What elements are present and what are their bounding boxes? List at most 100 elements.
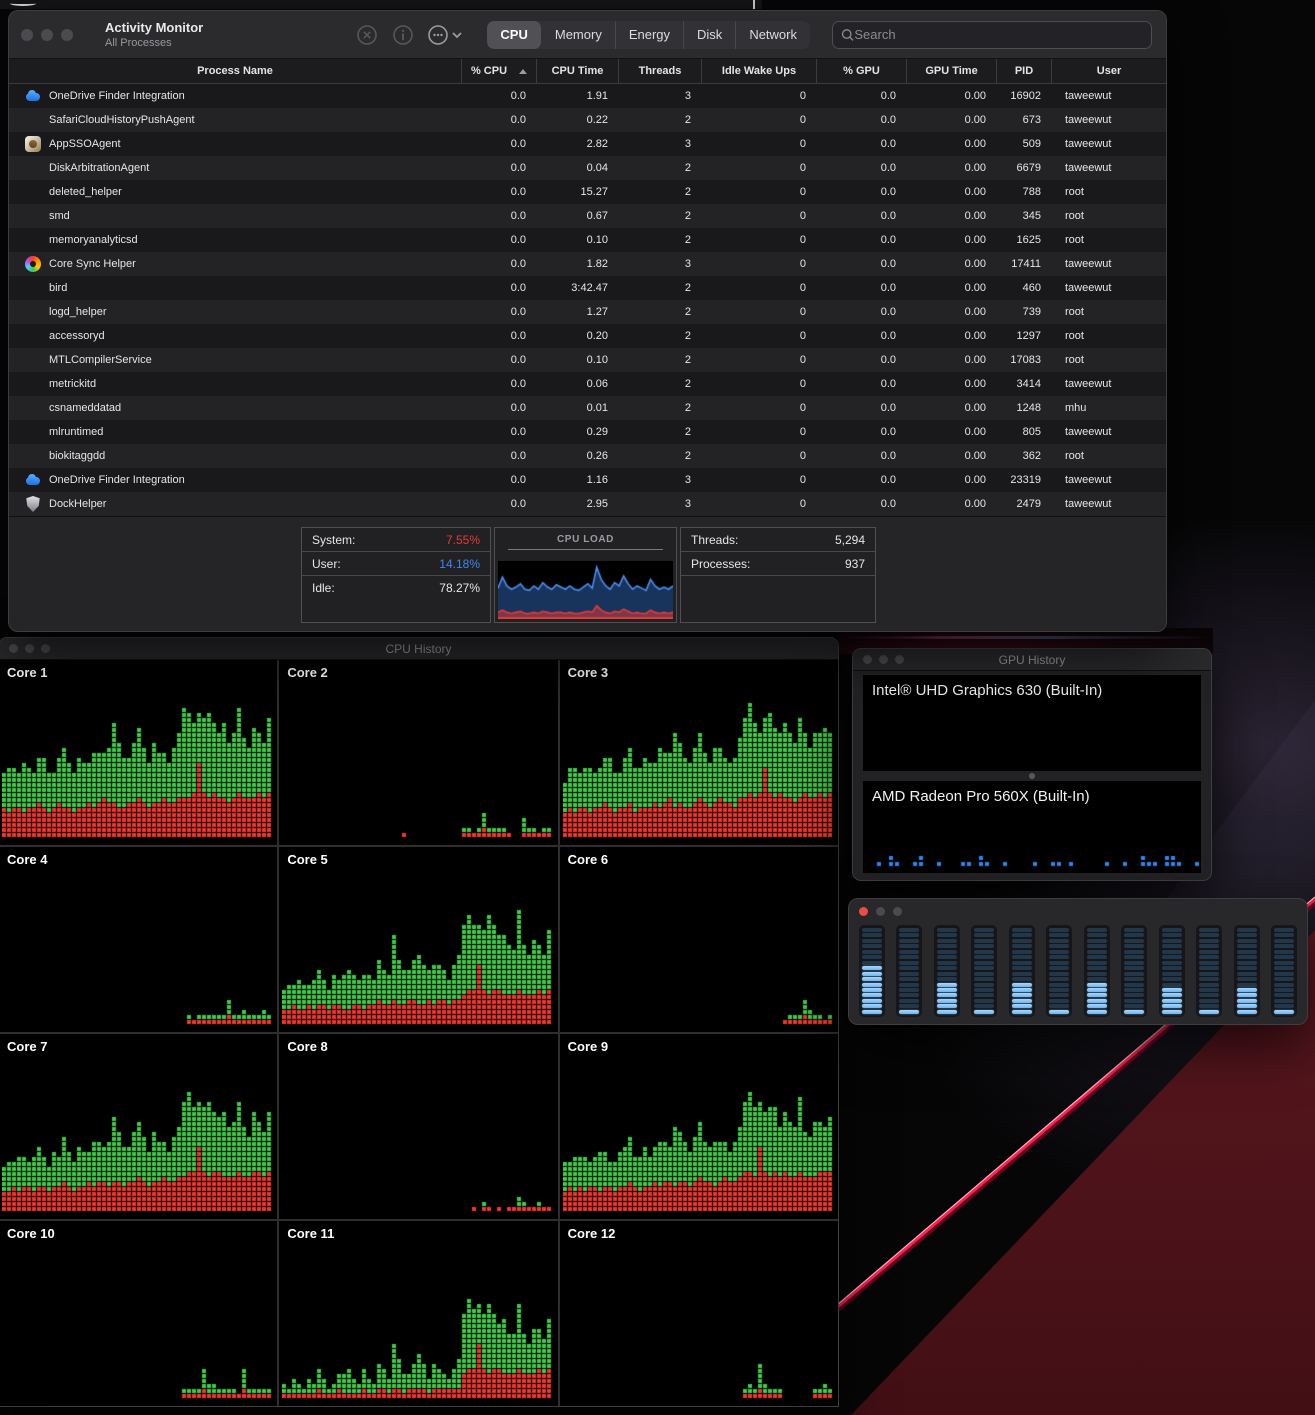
user-cell: mhu	[1051, 402, 1166, 414]
table-row[interactable]: csnameddatad0.00.01200.00.001248mhu	[9, 396, 1166, 420]
table-row[interactable]: OneDrive Finder Integration0.01.91300.00…	[9, 84, 1166, 108]
meter-segment-dim	[1049, 928, 1069, 932]
tab-disk[interactable]: Disk	[683, 21, 735, 49]
process-name: Core Sync Helper	[49, 258, 136, 270]
meter-segment-lit	[1087, 983, 1107, 987]
pid-cell: 460	[996, 282, 1051, 294]
gpu-history-titlebar[interactable]: GPU History	[853, 649, 1211, 671]
zoom-button[interactable]	[61, 29, 73, 41]
gpu-percent-cell: 0.0	[816, 402, 906, 414]
threads-cell: 2	[618, 114, 701, 126]
gpu-usage-chart-intel	[865, 709, 1201, 769]
meter-segment-dim	[1237, 955, 1257, 959]
tab-cpu[interactable]: CPU	[487, 21, 540, 49]
threads-cell: 3	[618, 498, 701, 510]
meter-segment-dim	[1199, 966, 1219, 970]
table-row[interactable]: DiskArbitrationAgent0.00.04200.00.006679…	[9, 156, 1166, 180]
process-name-cell: metrickitd	[9, 376, 461, 392]
minimize-button[interactable]	[41, 29, 53, 41]
meter-segment-dim	[1124, 988, 1144, 992]
column-header-threads[interactable]: Threads	[618, 59, 701, 83]
pid-cell: 3414	[996, 378, 1051, 390]
column-header-idle-wake-ups[interactable]: Idle Wake Ups	[701, 59, 816, 83]
meter-segment-dim	[1124, 977, 1144, 981]
gpu-percent-cell: 0.0	[816, 426, 906, 438]
zoom-button[interactable]	[893, 907, 902, 916]
table-row[interactable]: metrickitd0.00.06200.00.003414taweewut	[9, 372, 1166, 396]
more-options-icon[interactable]	[427, 23, 465, 47]
cpu-percent-cell: 0.0	[461, 450, 536, 462]
table-row[interactable]: biokitaggdd0.00.26200.00.00362root	[9, 444, 1166, 468]
cpu-history-titlebar[interactable]: CPU History	[0, 638, 838, 660]
meter-segment-lit	[899, 1010, 919, 1014]
meter-segment-dim	[862, 961, 882, 965]
meter-segment-lit	[937, 999, 957, 1003]
meter-segment-dim	[937, 939, 957, 943]
table-row[interactable]: logd_helper0.01.27200.00.00739root	[9, 300, 1166, 324]
meter-segment-lit	[1012, 988, 1032, 992]
process-name-cell: bird	[9, 280, 461, 296]
core-label: Core 6	[568, 852, 608, 867]
no-icon	[25, 208, 41, 224]
tab-energy[interactable]: Energy	[615, 21, 683, 49]
meter-segment-dim	[1237, 983, 1257, 987]
meter-segment-dim	[1199, 1004, 1219, 1008]
titlebar[interactable]: Activity Monitor All Processes CPUMemory…	[9, 11, 1166, 59]
inspect-process-icon[interactable]	[391, 23, 415, 47]
minimize-button[interactable]	[876, 907, 885, 916]
meter-segment-lit	[937, 1010, 957, 1014]
search-input[interactable]	[854, 27, 1143, 42]
process-name-cell: csnameddatad	[9, 400, 461, 416]
gpu-time-cell: 0.00	[906, 90, 996, 102]
gpu-panel-amd: AMD Radeon Pro 560X (Built-In)	[863, 781, 1201, 873]
table-row[interactable]: Core Sync Helper0.01.82300.00.0017411taw…	[9, 252, 1166, 276]
column-header-pid[interactable]: PID	[996, 59, 1051, 83]
close-button[interactable]	[859, 907, 868, 916]
table-row[interactable]: SafariCloudHistoryPushAgent0.00.22200.00…	[9, 108, 1166, 132]
process-name: DockHelper	[49, 498, 106, 510]
user-cell: taweewut	[1051, 426, 1166, 438]
idle-wake-ups-cell: 0	[701, 498, 816, 510]
meter-segment-dim	[974, 944, 994, 948]
column-header-process-name[interactable]: Process Name	[9, 59, 461, 83]
table-row[interactable]: smd0.00.67200.00.00345root	[9, 204, 1166, 228]
cpu-time-cell: 0.22	[536, 114, 618, 126]
meter-segment-dim	[974, 993, 994, 997]
meter-segment-lit	[1237, 1010, 1257, 1014]
table-row[interactable]: MTLCompilerService0.00.10200.00.0017083r…	[9, 348, 1166, 372]
gpu-panel-divider[interactable]	[853, 771, 1211, 781]
meter-segment-dim	[899, 977, 919, 981]
column-header-gpu[interactable]: % GPU	[816, 59, 906, 83]
column-header-cpu-time[interactable]: CPU Time	[536, 59, 618, 83]
meter-segment-dim	[1049, 993, 1069, 997]
meter-segment-dim	[1162, 983, 1182, 987]
table-row[interactable]: DockHelper0.02.95300.00.002479taweewut	[9, 492, 1166, 516]
column-header-cpu[interactable]: % CPU	[461, 59, 536, 83]
core-panel: Core 2	[279, 660, 557, 845]
tab-network[interactable]: Network	[735, 21, 810, 49]
search-field[interactable]	[832, 21, 1152, 49]
quit-process-icon[interactable]	[355, 23, 379, 47]
cpu-time-cell: 1.16	[536, 474, 618, 486]
table-row[interactable]: mlruntimed0.00.29200.00.00805taweewut	[9, 420, 1166, 444]
table-row[interactable]: memoryanalyticsd0.00.10200.00.001625root	[9, 228, 1166, 252]
tab-memory[interactable]: Memory	[541, 21, 615, 49]
column-header-user[interactable]: User	[1051, 59, 1166, 83]
meter-segment-lit	[862, 972, 882, 976]
core-panel: Core 7	[0, 1034, 277, 1219]
user-cell: root	[1051, 306, 1166, 318]
table-row[interactable]: AppSSOAgent0.02.82300.00.00509taweewut	[9, 132, 1166, 156]
threads-cell: 2	[618, 234, 701, 246]
table-row[interactable]: OneDrive Finder Integration0.01.16300.00…	[9, 468, 1166, 492]
meter-segment-dim	[1087, 944, 1107, 948]
close-button[interactable]	[21, 29, 33, 41]
meter-segment-dim	[1274, 972, 1294, 976]
table-row[interactable]: deleted_helper0.015.27200.00.00788root	[9, 180, 1166, 204]
table-row[interactable]: bird0.03:42.47200.00.00460taweewut	[9, 276, 1166, 300]
table-row[interactable]: accessoryd0.00.20200.00.001297root	[9, 324, 1166, 348]
no-icon	[25, 232, 41, 248]
cpu-usage-titlebar[interactable]	[849, 899, 1307, 923]
meter-segment-dim	[974, 939, 994, 943]
cpu-meter-core-7	[1084, 925, 1110, 1017]
column-header-gpu-time[interactable]: GPU Time	[906, 59, 996, 83]
